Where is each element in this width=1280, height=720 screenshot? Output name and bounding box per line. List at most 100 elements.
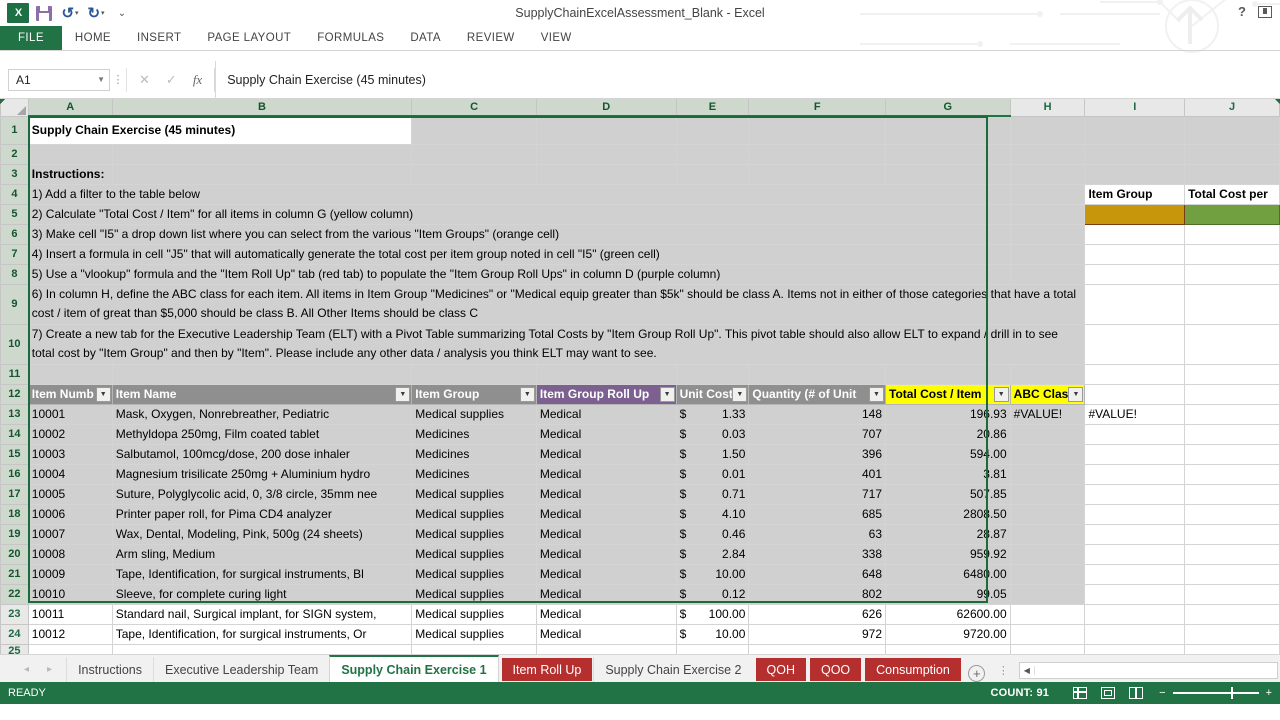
cell-A17[interactable]: 10005 [28, 484, 112, 504]
cell-H5[interactable] [1010, 204, 1085, 224]
cell-A22[interactable]: 10010 [28, 584, 112, 604]
column-header-row[interactable]: A B C D E F G H I J [1, 99, 1280, 116]
cell-J5-total-cost-formula[interactable] [1185, 204, 1280, 224]
row-header-22[interactable]: 22 [1, 584, 29, 604]
cell-J9[interactable] [1185, 284, 1280, 324]
cell-E3[interactable] [676, 164, 749, 184]
cell-G24[interactable]: 9720.00 [886, 624, 1011, 644]
cell-G19[interactable]: 28.87 [886, 524, 1011, 544]
row-header-23[interactable]: 23 [1, 604, 29, 624]
view-buttons[interactable] [1073, 687, 1159, 699]
cell-E1[interactable] [676, 116, 749, 144]
cell-A24[interactable]: 10012 [28, 624, 112, 644]
cell-E15[interactable]: $1.50 [676, 444, 749, 464]
cell-A3[interactable]: Instructions: [28, 164, 112, 184]
cell-J21[interactable] [1185, 564, 1280, 584]
filter-dropdown-icon[interactable]: ▼ [994, 387, 1009, 402]
cell-C23[interactable]: Medical supplies [412, 604, 537, 624]
cell-E21[interactable]: $10.00 [676, 564, 749, 584]
cell-I5-item-group-dropdown[interactable] [1085, 204, 1185, 224]
row-header-16[interactable]: 16 [1, 464, 29, 484]
cell-D20[interactable]: Medical [536, 544, 676, 564]
cell-B22[interactable]: Sleeve, for complete curing light [112, 584, 412, 604]
cell-B17[interactable]: Suture, Polyglycolic acid, 0, 3/8 circle… [112, 484, 412, 504]
filter-dropdown-icon[interactable]: ▼ [732, 387, 747, 402]
column-header-D[interactable]: D [536, 99, 676, 116]
cell-H13[interactable]: #VALUE! [1010, 404, 1085, 424]
enter-icon[interactable]: ✓ [166, 72, 177, 88]
row-header-25[interactable]: 25 [1, 644, 29, 654]
cell-C16[interactable]: Medicines [412, 464, 537, 484]
row-header-3[interactable]: 3 [1, 164, 29, 184]
zoom-slider[interactable] [1173, 692, 1259, 694]
cell-I24[interactable] [1085, 624, 1185, 644]
table-header-quantity[interactable]: Quantity (# of Unit ▼ [749, 384, 886, 404]
cell-A18[interactable]: 10006 [28, 504, 112, 524]
sheet-tab-qoo[interactable]: QOO [810, 658, 861, 681]
cell-H23[interactable] [1010, 604, 1085, 624]
row-header-11[interactable]: 11 [1, 364, 29, 384]
cell-I6[interactable] [1085, 224, 1185, 244]
cell-D25[interactable] [536, 644, 676, 654]
cell-J20[interactable] [1185, 544, 1280, 564]
row-header-17[interactable]: 17 [1, 484, 29, 504]
cell-I20[interactable] [1085, 544, 1185, 564]
cell-D11[interactable] [536, 364, 676, 384]
cell-G2[interactable] [886, 144, 1011, 164]
cell-G20[interactable]: 959.92 [886, 544, 1011, 564]
page-break-icon[interactable] [1129, 687, 1143, 699]
cell-A11[interactable] [28, 364, 112, 384]
cell-A8[interactable]: 5) Use a "vlookup" formula and the "Item… [28, 264, 1010, 284]
sheet-nav-next-icon[interactable]: ▸ [47, 664, 52, 675]
cell-J19[interactable] [1185, 524, 1280, 544]
ribbon-tab-bar[interactable]: FILE HOME INSERT PAGE LAYOUT FORMULAS DA… [0, 26, 1280, 50]
cell-C17[interactable]: Medical supplies [412, 484, 537, 504]
quick-access-toolbar[interactable]: X ↺▾ ↻▾ ⌄ [0, 2, 134, 24]
cell-F16[interactable]: 401 [749, 464, 886, 484]
cell-H24[interactable] [1010, 624, 1085, 644]
cell-G13[interactable]: 196.93 [886, 404, 1011, 424]
cell-J8[interactable] [1185, 264, 1280, 284]
cell-H14[interactable] [1010, 424, 1085, 444]
cell-A2[interactable] [28, 144, 112, 164]
cell-J1[interactable] [1185, 116, 1280, 144]
table-header-item-group[interactable]: Item Group ▼ [412, 384, 537, 404]
ribbon-tab-file[interactable]: FILE [0, 26, 62, 50]
sheet-nav-arrows[interactable]: ◂ ▸ [16, 656, 66, 682]
cell-C13[interactable]: Medical supplies [412, 404, 537, 424]
cell-E23[interactable]: $100.00 [676, 604, 749, 624]
column-header-J[interactable]: J [1185, 99, 1280, 116]
row-header-14[interactable]: 14 [1, 424, 29, 444]
horizontal-scrollbar[interactable]: ◀ [1019, 662, 1278, 679]
ribbon-tab-page-layout[interactable]: PAGE LAYOUT [194, 26, 304, 50]
cell-G21[interactable]: 6480.00 [886, 564, 1011, 584]
cell-A1[interactable]: Supply Chain Exercise (45 minutes) [28, 116, 412, 144]
cell-B3[interactable] [112, 164, 412, 184]
insert-function-icon[interactable]: fx [193, 72, 202, 88]
formula-input[interactable]: Supply Chain Exercise (45 minutes) [215, 61, 1280, 99]
customize-qat-icon[interactable]: ⌄ [110, 2, 134, 24]
column-header-A[interactable]: A [28, 99, 112, 116]
cell-B11[interactable] [112, 364, 412, 384]
cell-H21[interactable] [1010, 564, 1085, 584]
row-header-7[interactable]: 7 [1, 244, 29, 264]
cell-C21[interactable]: Medical supplies [412, 564, 537, 584]
zoom-slider-thumb[interactable] [1231, 687, 1234, 699]
cell-A6[interactable]: 3) Make cell "I5" a drop down list where… [28, 224, 1010, 244]
cell-C3[interactable] [412, 164, 537, 184]
ribbon-tab-review[interactable]: REVIEW [454, 26, 528, 50]
cell-H3[interactable] [1010, 164, 1085, 184]
cell-B19[interactable]: Wax, Dental, Modeling, Pink, 500g (24 sh… [112, 524, 412, 544]
filter-dropdown-icon[interactable]: ▼ [520, 387, 535, 402]
cell-G1[interactable] [886, 116, 1011, 144]
row-header-18[interactable]: 18 [1, 504, 29, 524]
cell-B18[interactable]: Printer paper roll, for Pima CD4 analyze… [112, 504, 412, 524]
cell-J24[interactable] [1185, 624, 1280, 644]
cell-J11[interactable] [1185, 364, 1280, 384]
cell-F21[interactable]: 648 [749, 564, 886, 584]
cell-B24[interactable]: Tape, Identification, for surgical instr… [112, 624, 412, 644]
sheet-tab-supply-chain-exercise-1[interactable]: Supply Chain Exercise 1 [329, 655, 498, 682]
row-header-2[interactable]: 2 [1, 144, 29, 164]
ribbon-tab-home[interactable]: HOME [62, 26, 124, 50]
cell-H25[interactable] [1010, 644, 1085, 654]
